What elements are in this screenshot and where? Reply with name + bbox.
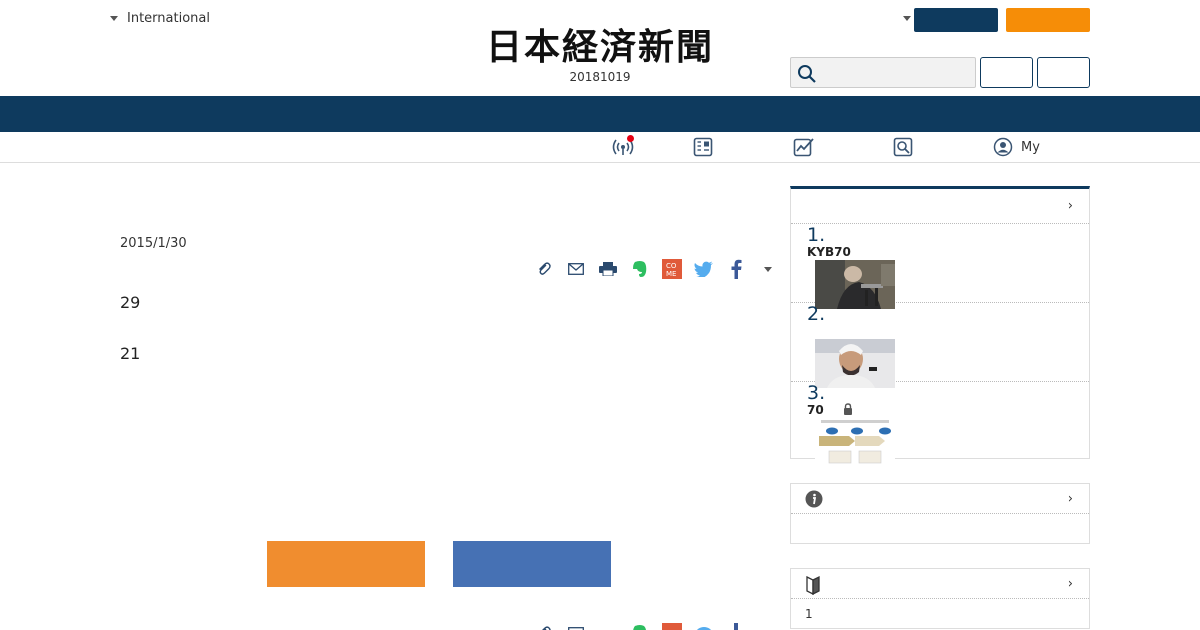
edition-selector[interactable]: International [110,11,210,26]
come-icon[interactable]: CO ME [656,258,688,280]
beginner-header[interactable]: › [791,569,1089,599]
info-icon [805,490,823,508]
caret-down-icon[interactable] [903,16,911,21]
clip-icon[interactable] [528,622,560,630]
search-input[interactable] [790,57,976,88]
caret-down-icon [110,16,118,21]
ranking-item[interactable]: 1. KYB70 [791,224,1089,309]
edition-date: 20181019 [569,70,631,84]
rank-number: 2. [807,303,826,325]
come-icon[interactable] [656,622,688,630]
beginner-panel: › 1 [790,568,1090,629]
article-paragraph: 21 [120,344,141,363]
cta-orange-button[interactable] [267,541,425,587]
svg-text:ME: ME [666,270,676,278]
ranking-item[interactable]: 2. [791,303,1089,388]
subnav-search[interactable] [893,137,913,157]
subscribe-button[interactable] [1006,8,1090,32]
print-icon[interactable] [592,622,624,630]
twitter-icon[interactable] [688,258,720,280]
beginner-icon [806,575,820,595]
search-icon[interactable] [797,64,817,84]
user-icon [993,137,1013,157]
article-paragraph: 29 [120,293,141,312]
rank-title: KYB70 [807,245,851,259]
facebook-icon[interactable] [720,258,752,280]
clip-icon[interactable] [528,258,560,280]
lock-icon [844,403,852,415]
chevron-right-icon: › [1067,491,1073,506]
rank-title: 70 [807,403,824,417]
subnav-market[interactable] [793,137,815,157]
beginner-item[interactable]: 1 [805,607,813,621]
evernote-icon[interactable] [624,622,656,630]
paper-icon [693,137,713,157]
info-panel: › [790,483,1090,544]
cta-blue-button[interactable] [453,541,611,587]
subnav-my[interactable]: My [993,137,1040,157]
share-toolbar-bottom [528,622,752,630]
caret-down-icon [764,266,772,272]
site-logo[interactable]: 日本経済新聞 20181019 [450,26,750,84]
ranking-header[interactable]: › [791,189,1089,224]
main-nav-bar [0,96,1200,132]
edition-label: International [127,11,210,26]
rank-thumbnail [815,339,895,388]
article-date: 2015/1/30 [120,236,187,251]
print-icon[interactable] [592,258,624,280]
mail-icon[interactable] [560,622,592,630]
twitter-icon[interactable] [688,622,720,630]
notification-dot [627,135,634,142]
login-button[interactable] [914,8,998,32]
rank-number: 3. [807,382,826,404]
evernote-icon[interactable] [624,258,656,280]
share-toolbar: CO ME [528,258,784,280]
rank-number: 1. [807,224,826,246]
subnav-paper[interactable] [693,137,713,157]
logo-text: 日本経済新聞 [485,26,714,68]
svg-text:CO: CO [666,262,677,270]
ranking-panel: › 1. KYB70 2. 3. 70 [790,186,1090,467]
chevron-right-icon: › [1067,576,1073,591]
ranking-item[interactable]: 3. 70 [791,382,1089,467]
outline-button-1[interactable] [980,57,1033,88]
rank-thumbnail [815,260,895,309]
my-label: My [1021,139,1040,155]
facebook-icon[interactable] [720,622,752,630]
subnav-broadcast[interactable] [612,135,634,157]
sub-nav: My [0,132,1200,163]
outline-button-2[interactable] [1037,57,1090,88]
info-header[interactable]: › [791,484,1089,514]
chevron-right-icon: › [1067,198,1073,214]
rank-thumbnail [815,418,895,467]
share-more-button[interactable] [752,258,784,280]
chart-icon [793,138,814,157]
search-doc-icon [893,137,913,157]
mail-icon[interactable] [560,258,592,280]
